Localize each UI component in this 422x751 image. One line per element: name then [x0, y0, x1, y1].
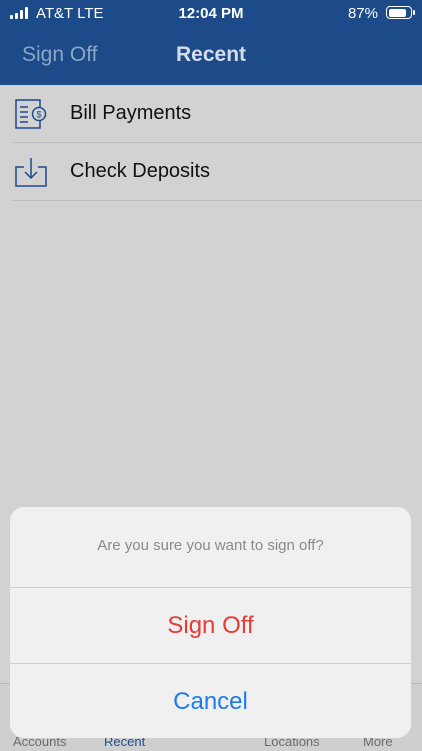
list-item-label: Check Deposits — [70, 160, 211, 182]
page-title: Recent — [175, 43, 247, 66]
list-item-check-deposits[interactable]: Check Deposits — [12, 143, 422, 201]
navigation-bar: Sign Off Recent — [0, 28, 422, 85]
battery-icon — [386, 6, 415, 19]
cancel-button[interactable]: Cancel — [10, 664, 411, 738]
svg-text:$: $ — [36, 110, 41, 120]
status-bar: AT&T LTE 12:04 PM 87% — [0, 0, 422, 28]
list-item-bill-payments[interactable]: $ Bill Payments — [12, 85, 422, 143]
confirm-sign-off-button[interactable]: Sign Off — [10, 588, 411, 664]
bill-payment-icon: $ — [15, 99, 47, 129]
action-sheet-message: Are you sure you want to sign off? — [10, 507, 411, 588]
battery-percent: 87% — [347, 5, 378, 22]
sign-off-action-sheet: Are you sure you want to sign off? Sign … — [10, 507, 411, 738]
top-bar: AT&T LTE 12:04 PM 87% Sign Off Recent — [0, 0, 422, 85]
download-tray-icon — [15, 158, 47, 187]
recent-list: $ Bill Payments Check Deposits — [0, 85, 422, 201]
battery-fill — [388, 8, 407, 17]
list-item-label: Bill Payments — [70, 102, 192, 124]
